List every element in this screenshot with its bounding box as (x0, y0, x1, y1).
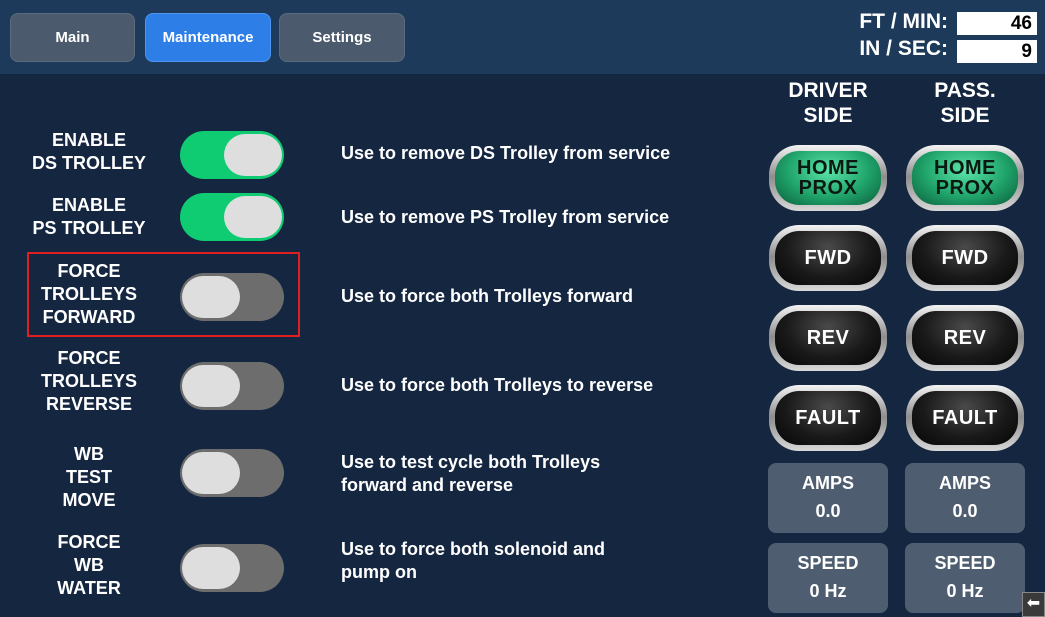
label-line: TROLLEYS (40, 371, 137, 391)
selection-highlight (27, 252, 300, 337)
indicator-lens: HOME PROX (775, 151, 881, 205)
enable-ds-trolley-toggle[interactable] (180, 131, 284, 179)
header-line: DRIVER (788, 79, 868, 102)
description-line: pump on (341, 562, 417, 582)
toggle-knob (182, 365, 240, 407)
description-line: Use to force both Trolleys forward (341, 286, 634, 306)
wb-test-move-toggle[interactable] (180, 449, 284, 497)
label-line: WB (74, 444, 104, 464)
tab-settings[interactable]: Settings (279, 13, 405, 62)
indicator-text: REV (943, 327, 987, 349)
force-trolleys-reverse-toggle[interactable] (180, 362, 284, 410)
description-line: Use to force both Trolleys to reverse (341, 375, 654, 395)
header-line: SIDE (940, 104, 990, 127)
pass-fault-indicator: FAULT (906, 385, 1024, 451)
label-line: REVERSE (45, 394, 133, 414)
amps-value: 0.0 (815, 501, 841, 521)
pass-home-prox-indicator: HOME PROX (906, 145, 1024, 211)
label-line: FORCE (57, 532, 121, 552)
indicator-lens: FAULT (775, 391, 881, 445)
indicator-text: HOME (934, 157, 996, 179)
tab-maintenance[interactable]: Maintenance (145, 13, 271, 62)
driver-fwd-indicator: FWD (769, 225, 887, 291)
description-line: Use to remove DS Trolley from service (341, 143, 671, 163)
label-line: ENABLE (51, 195, 126, 215)
indicator-text: REV (806, 327, 850, 349)
indicator-lens: HOME PROX (912, 151, 1018, 205)
amps-value: 0.0 (952, 501, 978, 521)
amps-label: AMPS (801, 473, 854, 493)
indicator-lens: REV (775, 311, 881, 365)
label-line: MOVE (62, 490, 116, 510)
indicator-text: PROX (935, 177, 995, 199)
driver-rev-indicator: REV (769, 305, 887, 371)
header-line: PASS. (934, 79, 996, 102)
indicator-lens: FAULT (912, 391, 1018, 445)
indicator-lens: REV (912, 311, 1018, 365)
back-arrow-icon[interactable]: ⬅ (1022, 592, 1045, 617)
pass-side-header: PASS. SIDE (910, 78, 1020, 128)
driver-speed-panel: SPEED 0 Hz (768, 543, 888, 613)
driver-side-header: DRIVER SIDE (773, 78, 883, 128)
driver-fault-indicator: FAULT (769, 385, 887, 451)
force-wb-water-description: Use to force both solenoid and pump on (341, 538, 761, 584)
indicator-text: FAULT (932, 407, 998, 429)
label-line: ENABLE (51, 130, 126, 150)
description-line: forward and reverse (341, 475, 514, 495)
description-line: Use to remove PS Trolley from service (341, 207, 670, 227)
label-line: PS TROLLEY (32, 218, 146, 238)
indicator-lens: FWD (912, 231, 1018, 285)
pass-speed-panel: SPEED 0 Hz (905, 543, 1025, 613)
speed-label: SPEED (797, 553, 859, 573)
ft-min-label: FT / MIN: (859, 10, 948, 33)
enable-ps-trolley-toggle[interactable] (180, 193, 284, 241)
speed-label: SPEED (934, 553, 996, 573)
amps-label: AMPS (938, 473, 991, 493)
in-sec-label: IN / SEC: (859, 37, 948, 60)
force-wb-water-label: FORCE WB WATER (0, 531, 178, 600)
indicator-text: FWD (941, 247, 989, 269)
in-sec-value: 9 (957, 40, 1037, 63)
pass-fwd-indicator: FWD (906, 225, 1024, 291)
enable-ps-trolley-label: ENABLE PS TROLLEY (0, 194, 178, 240)
pass-rev-indicator: REV (906, 305, 1024, 371)
toggle-knob (224, 134, 282, 176)
label-line: TEST (65, 467, 112, 487)
ft-min-value: 46 (957, 12, 1037, 35)
toggle-knob (182, 547, 240, 589)
header-line: SIDE (803, 104, 853, 127)
enable-ds-trolley-description: Use to remove DS Trolley from service (341, 142, 761, 165)
indicator-text: HOME (797, 157, 859, 179)
wb-test-move-label: WB TEST MOVE (0, 443, 178, 512)
toggle-knob (182, 452, 240, 494)
label-line: DS TROLLEY (31, 153, 146, 173)
driver-amps-panel: AMPS 0.0 (768, 463, 888, 533)
label-line: WB (74, 555, 104, 575)
speed-value: 0 Hz (809, 581, 847, 601)
enable-ps-trolley-description: Use to remove PS Trolley from service (341, 206, 761, 229)
enable-ds-trolley-label: ENABLE DS TROLLEY (0, 129, 178, 175)
description-line: Use to force both solenoid and (341, 539, 606, 559)
tab-main[interactable]: Main (10, 13, 135, 62)
indicator-text: FAULT (795, 407, 861, 429)
indicator-text: FWD (804, 247, 852, 269)
top-bar: Main Maintenance Settings FT / MIN: 46 I… (0, 0, 1045, 74)
wb-test-move-description: Use to test cycle both Trolleys forward a… (341, 451, 761, 497)
toggle-knob (224, 196, 282, 238)
speed-value: 0 Hz (946, 581, 984, 601)
driver-home-prox-indicator: HOME PROX (769, 145, 887, 211)
description-line: Use to test cycle both Trolleys (341, 452, 601, 472)
label-line: FORCE (57, 348, 121, 368)
label-line: WATER (57, 578, 121, 598)
pass-amps-panel: AMPS 0.0 (905, 463, 1025, 533)
force-wb-water-toggle[interactable] (180, 544, 284, 592)
force-trolleys-reverse-label: FORCE TROLLEYS REVERSE (0, 347, 178, 416)
indicator-lens: FWD (775, 231, 881, 285)
indicator-text: PROX (798, 177, 858, 199)
force-trolleys-reverse-description: Use to force both Trolleys to reverse (341, 374, 761, 397)
force-trolleys-forward-description: Use to force both Trolleys forward (341, 285, 761, 308)
